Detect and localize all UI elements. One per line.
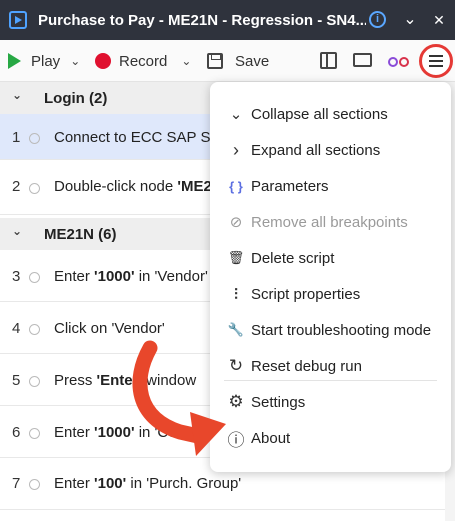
play-label: Play [31, 52, 61, 70]
menu-item-label: About [251, 429, 291, 447]
step-number: 3 [12, 268, 21, 285]
breakpoint-radio[interactable] [29, 428, 40, 439]
breakpoint-radio[interactable] [29, 376, 40, 387]
menu-item-parameters[interactable]: { } Parameters [210, 169, 451, 203]
section-label: ME21N (6) [44, 226, 117, 243]
record-dropdown-icon[interactable]: ⌄ [181, 54, 191, 68]
save-icon [207, 53, 223, 69]
breakpoint-off-icon: ⊘ [229, 214, 243, 231]
breakpoint-radio[interactable] [29, 133, 40, 144]
menu-item-label: Parameters [251, 177, 329, 195]
step-text: Enter '100' in 'Purch. Group' [54, 475, 242, 492]
menu-item-label: Script properties [251, 285, 361, 303]
step-text: Click on 'Vendor' [54, 320, 165, 337]
section-label: Login (2) [44, 90, 108, 107]
app-logo-icon [9, 11, 27, 29]
window-title: Purchase to Pay - ME21N - Regression - S… [38, 11, 366, 29]
breakpoint-radio[interactable] [29, 479, 40, 490]
step-number: 1 [12, 129, 21, 146]
minimize-button[interactable]: ⌄ [397, 7, 423, 33]
breakpoint-radio[interactable] [29, 183, 40, 194]
play-button[interactable]: Play ⌄ [8, 50, 80, 72]
step-text: Double-click node 'ME2 [54, 178, 212, 195]
record-label: Record [119, 52, 168, 70]
chevron-right-icon: › [233, 139, 239, 160]
breakpoint-radio[interactable] [29, 272, 40, 283]
toolbar: Play ⌄ Record ⌄ Save [0, 40, 455, 82]
play-icon [8, 53, 21, 69]
record-button[interactable]: Record ⌄ [95, 50, 191, 72]
breakpoint-radio[interactable] [29, 324, 40, 335]
close-button[interactable]: ✕ [426, 7, 452, 33]
save-label: Save [235, 52, 270, 70]
title-bar: Purchase to Pay - ME21N - Regression - S… [0, 0, 455, 40]
step-text: Enter '1000' in 'Vendor' [54, 268, 208, 285]
menu-item-label: Settings [251, 393, 306, 411]
monitor-icon[interactable] [353, 53, 372, 67]
menu-separator [224, 380, 437, 381]
info-icon[interactable]: i [369, 11, 386, 28]
menu-item-collapse-all[interactable]: ⌄ Collapse all sections [210, 97, 451, 131]
hamburger-menu-button[interactable] [419, 44, 453, 78]
menu-item-expand-all[interactable]: › Expand all sections [210, 133, 451, 167]
menu-item-delete-script[interactable]: 🗑 Delete script [210, 241, 451, 275]
save-button[interactable]: Save [207, 50, 269, 72]
curly-braces-icon: { } [229, 178, 243, 194]
menu-item-label: Remove all breakpoints [251, 213, 408, 231]
chevron-down-icon: ⌄ [12, 224, 23, 238]
chevron-down-icon: ⌄ [12, 88, 23, 102]
record-icon [95, 53, 111, 69]
assistant-icon[interactable] [388, 52, 412, 70]
menu-item-script-properties[interactable]: ⫶ Script properties [210, 277, 451, 311]
step-number: 6 [12, 424, 21, 441]
menu-item-label: Reset debug run [251, 357, 362, 375]
sliders-icon: ⫶ [234, 285, 238, 303]
trash-icon: 🗑 [227, 250, 245, 265]
menu-item-label: Expand all sections [251, 141, 381, 159]
menu-item-remove-breakpoints: ⊘ Remove all breakpoints [210, 205, 451, 239]
step-text: Connect to ECC SAP Sy [54, 129, 218, 146]
step-number: 5 [12, 372, 21, 389]
step-number: 4 [12, 320, 21, 337]
menu-item-label: Collapse all sections [251, 105, 388, 123]
chevron-down-icon: ⌄ [229, 106, 243, 123]
panel-layout-icon[interactable] [320, 52, 337, 69]
menu-item-label: Start troubleshooting mode [251, 321, 432, 339]
annotation-arrow [132, 340, 226, 456]
play-dropdown-icon[interactable]: ⌄ [70, 54, 80, 68]
wrench-icon: 🔧 [227, 322, 245, 337]
step-number: 7 [12, 475, 21, 492]
step-number: 2 [12, 178, 21, 195]
menu-item-label: Delete script [251, 249, 335, 267]
